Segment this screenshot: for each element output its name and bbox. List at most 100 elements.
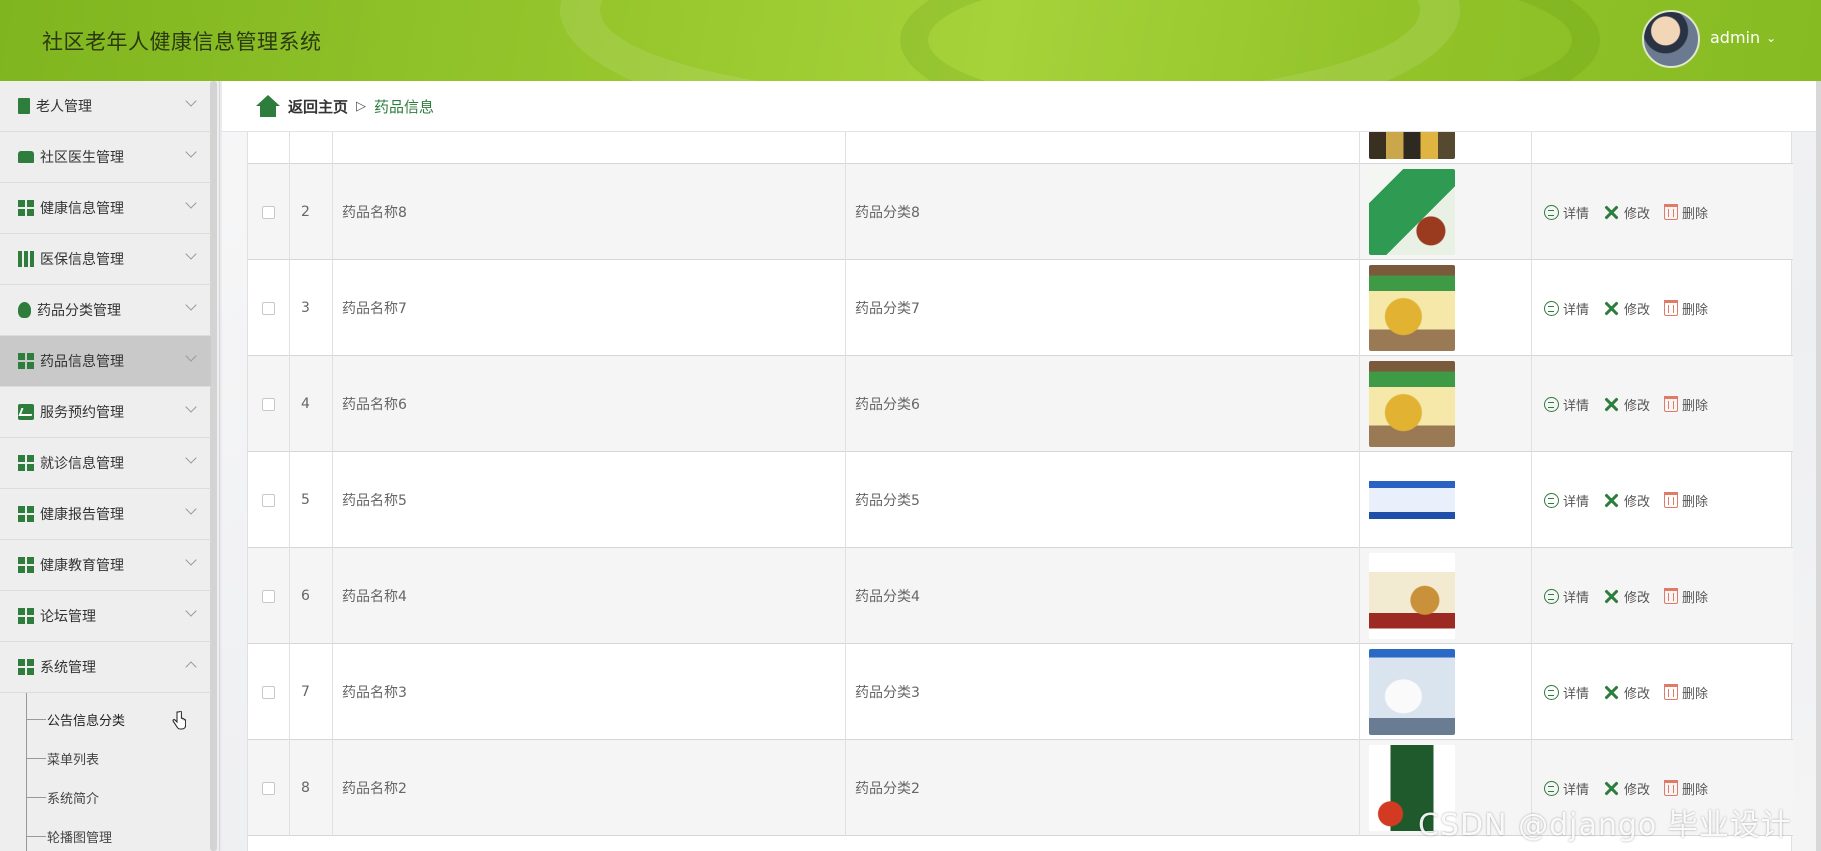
row-checkbox-cell xyxy=(248,548,290,644)
breadcrumb-current: 药品信息 xyxy=(374,97,435,116)
row-checkbox[interactable] xyxy=(262,685,275,699)
sidebar-item-label: 健康信息管理 xyxy=(40,201,124,217)
detail-button[interactable]: 详情 xyxy=(1544,203,1589,222)
chart-icon xyxy=(18,404,34,420)
sidebar-scrollbar[interactable] xyxy=(210,81,217,851)
bulb-icon xyxy=(18,302,31,318)
trash-icon xyxy=(1664,492,1679,508)
detail-label: 详情 xyxy=(1563,302,1590,318)
edit-button[interactable]: 修改 xyxy=(1603,779,1650,798)
edit-icon xyxy=(1603,780,1620,797)
drug-image xyxy=(1369,553,1455,639)
delete-button[interactable]: 删除 xyxy=(1664,491,1708,510)
avatar[interactable] xyxy=(1642,10,1700,68)
detail-label: 详情 xyxy=(1563,686,1590,702)
row-checkbox[interactable] xyxy=(262,205,275,219)
grid-icon xyxy=(18,353,34,369)
edit-label: 修改 xyxy=(1624,494,1651,510)
sidebar-item-insurance[interactable]: 医保信息管理 xyxy=(0,234,211,285)
thumb-cell xyxy=(1360,548,1532,644)
sidebar-item-reports[interactable]: 健康报告管理 xyxy=(0,489,211,540)
detail-icon xyxy=(1544,300,1559,316)
chevron-down-icon xyxy=(185,299,197,311)
sidebar-item-education[interactable]: 健康教育管理 xyxy=(0,540,211,591)
row-checkbox-cell xyxy=(248,356,290,452)
submenu-item-carousel[interactable]: 轮播图管理 xyxy=(26,817,211,851)
username[interactable]: admin xyxy=(1710,28,1760,47)
edit-button[interactable]: 修改 xyxy=(1603,395,1650,414)
chevron-down-icon xyxy=(185,503,197,515)
thumb-cell xyxy=(1360,260,1532,356)
drug-category: 药品分类4 xyxy=(846,548,1360,644)
edit-icon xyxy=(1603,588,1620,605)
delete-button[interactable]: 删除 xyxy=(1664,587,1708,606)
sidebar-item-label: 社区医生管理 xyxy=(40,150,124,166)
hand-cursor-icon xyxy=(172,711,186,730)
detail-icon xyxy=(1544,684,1559,700)
detail-button[interactable]: 详情 xyxy=(1544,587,1589,606)
detail-button[interactable]: 详情 xyxy=(1544,491,1589,510)
detail-button[interactable]: 详情 xyxy=(1544,299,1589,318)
detail-button[interactable]: 详情 xyxy=(1544,779,1589,798)
sidebar-item-doctors[interactable]: 社区医生管理 xyxy=(0,132,211,183)
table-row: 2 药品名称8 药品分类8 详情 修改 删除 xyxy=(248,164,1793,260)
trash-icon xyxy=(1664,684,1679,700)
detail-icon xyxy=(1544,588,1559,604)
detail-label: 详情 xyxy=(1563,206,1590,222)
header-decoration xyxy=(900,0,1600,81)
detail-icon xyxy=(1544,204,1559,220)
sidebar-item-label: 药品信息管理 xyxy=(40,354,124,370)
chevron-down-icon xyxy=(185,146,197,158)
edit-button[interactable]: 修改 xyxy=(1603,491,1650,510)
delete-button[interactable]: 删除 xyxy=(1664,779,1708,798)
sidebar-item-appointments[interactable]: 服务预约管理 xyxy=(0,387,211,438)
delete-button[interactable]: 删除 xyxy=(1664,395,1708,414)
sidebar-item-health-info[interactable]: 健康信息管理 xyxy=(0,183,211,234)
breadcrumb-home-link[interactable]: 返回主页 xyxy=(288,96,348,117)
edit-label: 修改 xyxy=(1624,782,1651,798)
drug-image xyxy=(1369,457,1455,543)
trash-icon xyxy=(1664,780,1679,796)
top-header: 社区老年人健康信息管理系统 admin ⌄ xyxy=(0,0,1821,81)
sidebar-item-system[interactable]: 系统管理 xyxy=(0,642,211,693)
row-actions: 详情 修改 删除 xyxy=(1532,164,1793,260)
edit-button[interactable]: 修改 xyxy=(1603,203,1650,222)
sidebar-item-forum[interactable]: 论坛管理 xyxy=(0,591,211,642)
sidebar-item-visits[interactable]: 就诊信息管理 xyxy=(0,438,211,489)
row-checkbox-cell xyxy=(248,452,290,548)
user-menu[interactable]: admin ⌄ xyxy=(1710,28,1776,47)
table-row: 6 药品名称4 药品分类4 详情 修改 删除 xyxy=(248,548,1793,644)
submenu-item-label: 菜单列表 xyxy=(47,753,100,768)
edit-button[interactable]: 修改 xyxy=(1603,683,1650,702)
drug-image xyxy=(1369,265,1455,351)
row-checkbox[interactable] xyxy=(262,589,275,603)
trash-icon xyxy=(1664,396,1679,412)
edit-button[interactable]: 修改 xyxy=(1603,587,1650,606)
delete-button[interactable]: 删除 xyxy=(1664,203,1708,222)
edit-button[interactable]: 修改 xyxy=(1603,299,1650,318)
detail-button[interactable]: 详情 xyxy=(1544,395,1589,414)
home-icon[interactable] xyxy=(256,95,280,117)
row-checkbox-cell xyxy=(248,644,290,740)
sidebar-item-drug-category[interactable]: 药品分类管理 xyxy=(0,285,211,336)
detail-label: 详情 xyxy=(1563,590,1590,606)
delete-button[interactable]: 删除 xyxy=(1664,683,1708,702)
grid-icon xyxy=(18,608,34,624)
row-checkbox[interactable] xyxy=(262,781,275,795)
row-checkbox[interactable] xyxy=(262,301,275,315)
delete-label: 删除 xyxy=(1682,206,1709,222)
chevron-down-icon xyxy=(185,401,197,413)
edit-icon xyxy=(1603,300,1620,317)
page-scrollbar[interactable] xyxy=(1816,81,1821,851)
row-actions: 详情 修改 删除 xyxy=(1532,356,1793,452)
watermark-text: CSDN @django 毕业设计 xyxy=(1418,808,1792,843)
row-checkbox[interactable] xyxy=(262,493,275,507)
chevron-down-icon[interactable]: ⌄ xyxy=(1766,31,1776,45)
detail-button[interactable]: 详情 xyxy=(1544,683,1589,702)
sidebar-item-drug-info[interactable]: 药品信息管理 xyxy=(0,336,211,387)
submenu-item-menu-list[interactable]: 菜单列表 xyxy=(26,739,211,778)
submenu-item-system-intro[interactable]: 系统简介 xyxy=(26,778,211,817)
row-checkbox[interactable] xyxy=(262,397,275,411)
sidebar-item-elderly[interactable]: 老人管理 xyxy=(0,81,211,132)
delete-button[interactable]: 删除 xyxy=(1664,299,1708,318)
